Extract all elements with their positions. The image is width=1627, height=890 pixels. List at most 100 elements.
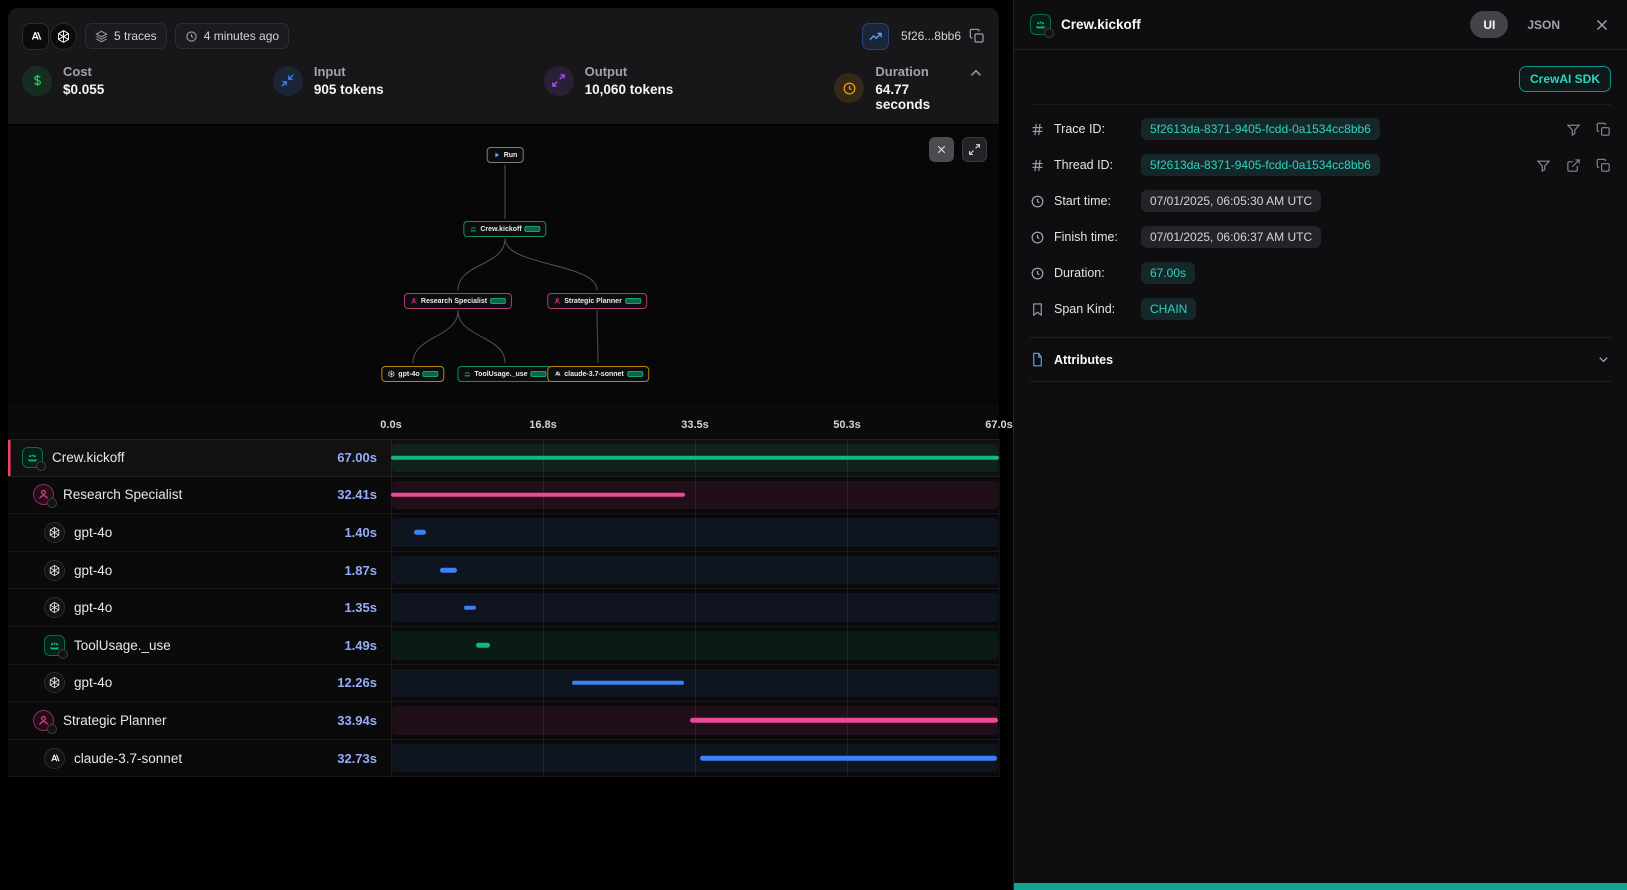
span-track [392,518,998,547]
span-name: Research Specialist [63,487,182,502]
timeline-row[interactable]: gpt-4o1.40s [8,514,999,552]
trace-summary-panel: 5 traces 4 minutes ago 5f26...8bb6 Cost$… [8,8,999,124]
graph-node-crew[interactable]: Crew.kickoff [463,221,546,237]
graph-node-label: claude-3.7-sonnet [564,371,624,378]
field-value: 67.00s [1141,262,1195,284]
detail-panel-header: Crew.kickoff UIJSON [1014,0,1627,50]
tab-ui[interactable]: UI [1470,11,1508,38]
copy-trace-id-button[interactable] [969,28,985,44]
file-icon [1030,352,1045,367]
openai-icon [387,370,395,378]
graph-edges-svg [8,125,999,405]
mini-badge [36,461,46,471]
timeline-row[interactable]: ToolUsage._use 1.49s [8,627,999,665]
field-value: 07/01/2025, 06:05:30 AM UTC [1141,190,1321,212]
close-graph-button[interactable] [929,137,954,162]
filter-icon-button[interactable] [1566,122,1581,137]
span-name: gpt-4o [74,563,112,578]
attributes-label: Attributes [1054,353,1113,367]
graph-node-label: Run [504,152,518,159]
graph-node-sp[interactable]: Strategic Planner [547,293,647,309]
stat-value: 64.77 seconds [875,82,967,112]
crewai-icon [22,447,43,468]
timeline-row[interactable]: Research Specialist 32.41s [8,477,999,515]
graph-node-gpt[interactable]: gpt-4o [381,366,444,382]
graph-node-run[interactable]: Run [487,147,524,163]
hash-icon [1030,158,1045,173]
span-duration: 12.26s [337,675,391,690]
span-name: Strategic Planner [63,713,167,728]
stat-input: Input905 tokens [273,64,544,97]
span-name: claude-3.7-sonnet [74,751,182,766]
anthropic-logo [22,23,49,50]
expand-graph-button[interactable] [962,137,987,162]
close-panel-button[interactable] [1593,16,1611,34]
external-icon-button[interactable] [1566,158,1581,173]
field-label: Finish time: [1054,230,1132,244]
arrows-out-icon [544,66,574,96]
clock-icon [185,30,198,43]
span-duration: 1.49s [344,638,391,653]
attributes-section-header[interactable]: Attributes [1030,337,1611,382]
span-bar [690,718,998,723]
span-name: ToolUsage._use [74,638,171,653]
graph-node-claude[interactable]: claude-3.7-sonnet [547,366,649,382]
mini-badge [47,724,57,734]
stats-row: Cost$0.055Input905 tokensOutput10,060 to… [22,54,985,112]
filter-icon-button[interactable] [1536,158,1551,173]
timeline-row[interactable]: gpt-4o12.26s [8,665,999,703]
axis-tick: 50.3s [833,419,861,431]
hash-icon [1030,122,1045,137]
span-bar [476,643,490,648]
stat-output: Output10,060 tokens [544,64,835,97]
traces-count-badge[interactable]: 5 traces [85,23,167,49]
graph-node-tool[interactable]: ToolUsage._use [457,366,552,382]
field-label: Start time: [1054,194,1132,208]
chevron-down-icon [1596,352,1611,367]
trace-graph-panel[interactable]: Run Crew.kickoff Research Specialist Strate… [8,124,999,405]
node-duration-chip [490,298,506,304]
anthropic-icon [44,748,65,769]
field-value: 5f2613da-8371-9405-fcdd-0a1534cc8bb6 [1141,118,1380,140]
agent-icon [33,710,54,731]
tab-json[interactable]: JSON [1514,11,1573,38]
timeline-row[interactable]: claude-3.7-sonnet32.73s [8,740,999,778]
field-label: Trace ID: [1054,122,1132,136]
node-duration-chip [423,371,439,377]
timeline-row[interactable]: gpt-4o1.35s [8,589,999,627]
detail-field: Duration:67.00s [1030,255,1611,291]
node-duration-chip [627,371,643,377]
graph-node-rs[interactable]: Research Specialist [404,293,512,309]
field-label: Span Kind: [1054,302,1132,316]
span-duration: 32.41s [337,487,391,502]
axis-tick: 67.0s [985,419,1013,431]
timeline-row[interactable]: Crew.kickoff67.00s [8,439,999,477]
openai-icon [44,560,65,581]
stat-value: $0.055 [63,82,104,97]
timeline-axis: 0.0s16.8s33.5s50.3s67.0s [391,405,999,439]
horizontal-scrollbar[interactable] [1014,883,1627,890]
detail-fields: Trace ID: 5f2613da-8371-9405-fcdd-0a1534c… [1030,105,1611,327]
metrics-button[interactable] [862,23,889,50]
span-duration: 33.94s [337,713,391,728]
timeline-row[interactable]: gpt-4o1.87s [8,552,999,590]
graph-node-label: ToolUsage._use [474,371,527,378]
span-bar [700,756,997,761]
timeline-row[interactable]: Strategic Planner 33.94s [8,702,999,740]
field-value: 07/01/2025, 06:06:37 AM UTC [1141,226,1321,248]
trace-header: 5 traces 4 minutes ago 5f26...8bb6 [22,18,985,54]
span-bar [572,681,683,686]
graph-node-label: Crew.kickoff [480,226,521,233]
copy-icon-button[interactable] [1596,158,1611,173]
run-icon [493,151,501,159]
span-bar [391,493,685,498]
collapse-chevron-button[interactable] [967,64,985,82]
span-bar [391,456,999,461]
graph-node-label: gpt-4o [398,371,419,378]
node-duration-chip [531,371,547,377]
agent-icon [410,297,418,305]
sdk-badge: CrewAI SDK [1519,66,1611,92]
crewai-icon [469,225,477,233]
span-name: gpt-4o [74,525,112,540]
copy-icon-button[interactable] [1596,122,1611,137]
